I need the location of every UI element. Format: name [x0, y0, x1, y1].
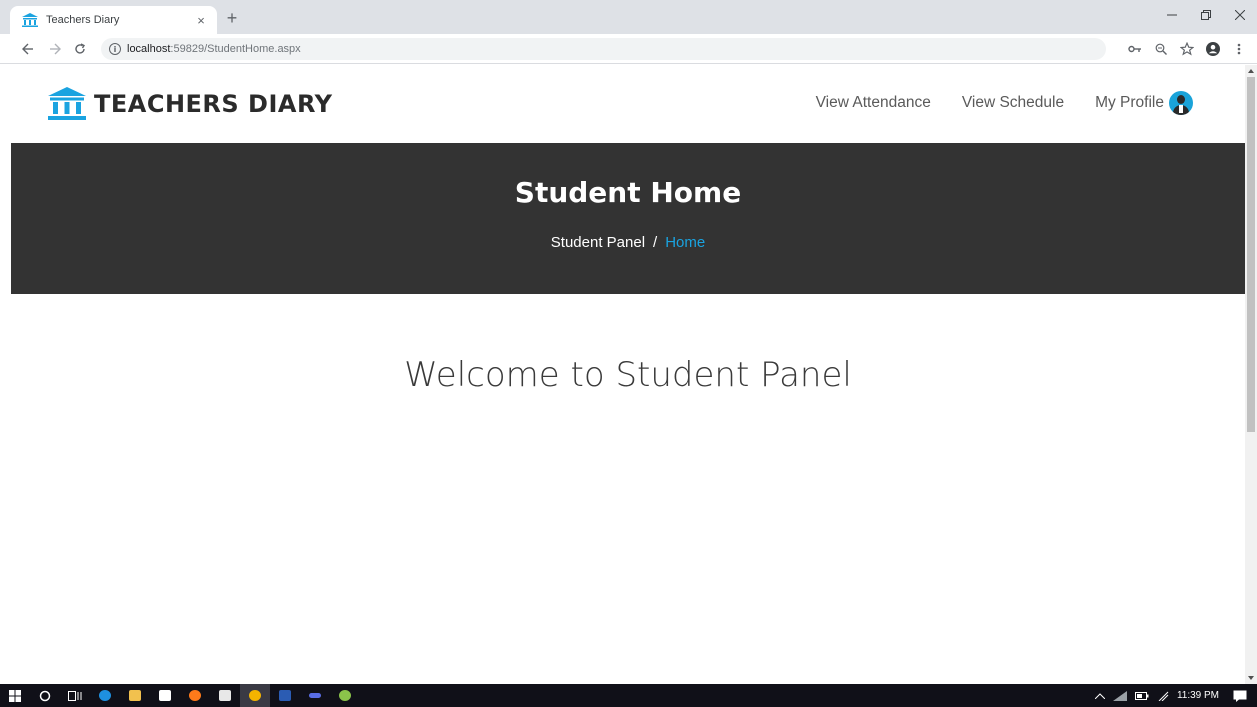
close-icon [1235, 10, 1245, 20]
url-path: :59829/StudentHome.aspx [170, 43, 301, 55]
search-icon [39, 690, 51, 701]
battery-icon[interactable] [1134, 691, 1149, 701]
arrow-left-icon [22, 43, 33, 55]
bank-icon [48, 87, 86, 120]
breadcrumb: Student Panel / Home [11, 234, 1245, 251]
windows-icon [9, 689, 21, 702]
bookmark-star-icon[interactable] [1177, 39, 1197, 59]
browser-tab[interactable]: Teachers Diary × [10, 6, 217, 34]
search-button[interactable] [30, 684, 60, 707]
window-controls [1155, 0, 1257, 30]
nav-my-profile[interactable]: My Profile [1095, 91, 1193, 115]
main-nav: View Attendance View Schedule My Profile [785, 91, 1193, 115]
task-view-icon [68, 690, 82, 701]
url-input[interactable]: i localhost:59829/StudentHome.aspx [101, 38, 1106, 60]
zoom-icon[interactable] [1151, 39, 1171, 59]
page-title: Student Home [514, 176, 742, 209]
site-header: TEACHERS DIARY View Attendance View Sche… [11, 65, 1245, 143]
account-icon[interactable] [1203, 39, 1223, 59]
arrow-right-icon [50, 43, 61, 55]
scroll-up-icon[interactable] [1248, 69, 1254, 73]
task-view-button[interactable] [60, 684, 90, 707]
reload-button[interactable] [70, 39, 90, 59]
taskbar-firefox[interactable] [180, 684, 210, 707]
breadcrumb-parent[interactable]: Student Panel [551, 234, 645, 251]
close-window-button[interactable] [1223, 0, 1257, 30]
scroll-down-icon[interactable] [1248, 676, 1254, 680]
chevron-up-icon[interactable] [1094, 692, 1105, 699]
taskbar-paint[interactable] [330, 684, 360, 707]
site-logo[interactable]: TEACHERS DIARY [48, 87, 333, 121]
taskbar-store[interactable] [150, 684, 180, 707]
logo-text: TEACHERS DIARY [94, 90, 333, 118]
system-tray: 11:39 PM [1094, 684, 1247, 707]
taskbar-word[interactable] [270, 684, 300, 707]
key-icon[interactable] [1125, 39, 1145, 59]
mail-icon [219, 690, 231, 701]
taskbar-edge[interactable] [90, 684, 120, 707]
clock[interactable]: 11:39 PM [1177, 690, 1219, 701]
reload-icon [75, 43, 85, 54]
page-banner: Student Home Student Panel / Home [11, 143, 1245, 294]
bank-icon [22, 13, 38, 27]
url-host: localhost [127, 43, 171, 55]
menu-dots-icon[interactable] [1229, 39, 1249, 59]
breadcrumb-separator: / [653, 234, 658, 251]
toolbar-actions [1125, 39, 1249, 59]
folder-icon [129, 690, 141, 701]
back-button[interactable] [18, 39, 38, 59]
info-icon[interactable]: i [109, 43, 121, 55]
word-icon [279, 690, 291, 701]
nav-my-profile-label: My Profile [1095, 94, 1164, 111]
taskbar-chrome[interactable] [240, 684, 270, 707]
taskbar-mail[interactable] [210, 684, 240, 707]
store-icon [159, 690, 171, 701]
scrollbar-thumb[interactable] [1247, 77, 1255, 432]
breadcrumb-current: Home [665, 234, 706, 251]
minimize-icon [1167, 14, 1177, 16]
page-viewport: TEACHERS DIARY View Attendance View Sche… [11, 65, 1245, 684]
minimize-button[interactable] [1155, 0, 1189, 30]
chrome-icon [249, 690, 261, 701]
infinity-icon [309, 693, 321, 698]
taskbar-infinity-app[interactable] [300, 684, 330, 707]
new-tab-button[interactable]: + [222, 8, 242, 28]
nav-view-schedule[interactable]: View Schedule [962, 94, 1064, 112]
tab-title: Teachers Diary [46, 14, 120, 26]
notifications-icon[interactable] [1233, 690, 1247, 702]
welcome-heading: Welcome to Student Panel [404, 355, 852, 395]
forward-button[interactable] [45, 39, 65, 59]
tab-close-icon[interactable]: × [193, 13, 209, 28]
firefox-icon [189, 690, 201, 701]
wifi-icon[interactable] [1157, 691, 1169, 701]
page-scrollbar[interactable] [1245, 65, 1257, 684]
browser-toolbar: i localhost:59829/StudentHome.aspx [0, 34, 1257, 64]
edge-icon [99, 690, 111, 701]
network-icon[interactable] [1112, 690, 1127, 701]
avatar [1169, 91, 1193, 115]
windows-taskbar: 11:39 PM [0, 684, 1257, 707]
paint-icon [339, 690, 351, 701]
taskbar-explorer[interactable] [120, 684, 150, 707]
restore-button[interactable] [1189, 0, 1223, 30]
restore-icon [1201, 10, 1211, 20]
start-button[interactable] [0, 684, 30, 707]
browser-tab-bar: Teachers Diary × + [0, 0, 1257, 34]
nav-view-attendance[interactable]: View Attendance [816, 94, 931, 112]
